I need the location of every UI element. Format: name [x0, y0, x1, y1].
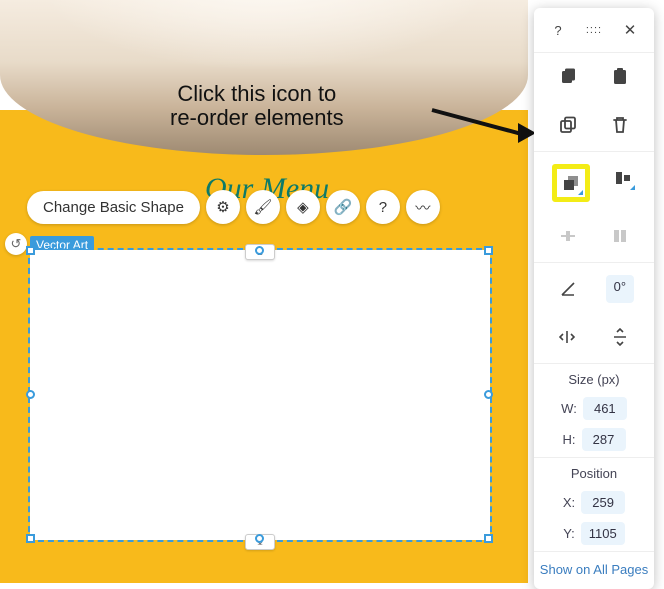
annotation-line-1: Click this icon to — [177, 81, 336, 106]
resize-handle-br[interactable] — [484, 534, 493, 543]
resize-handle-r[interactable] — [484, 390, 493, 399]
hero-image — [0, 0, 528, 155]
distribute-v-icon — [611, 227, 629, 245]
change-shape-button[interactable]: Change Basic Shape — [27, 191, 200, 224]
settings-button[interactable]: ⚙ — [206, 190, 240, 224]
annotation-line-2: re-order elements — [170, 105, 344, 130]
width-input[interactable]: 461 — [583, 397, 627, 420]
link-icon: 🔗 — [334, 198, 353, 216]
grip-icon: :::: — [586, 24, 602, 36]
width-label: W: — [561, 401, 577, 416]
question-icon: ? — [379, 199, 387, 216]
element-toolbar: Change Basic Shape ⚙ 🖌 ◈ 🔗 ? 〰 — [27, 190, 440, 224]
animation-button[interactable]: ◈ — [286, 190, 320, 224]
arrange-highlight — [552, 164, 590, 202]
x-label: X: — [563, 495, 575, 510]
y-label: Y: — [563, 526, 575, 541]
distribute-v-button[interactable] — [606, 222, 634, 250]
undo-icon: ↺ — [11, 236, 22, 252]
help-button[interactable]: ? — [366, 190, 400, 224]
position-section-title: Position — [534, 460, 654, 487]
brush-icon: 🖌 — [253, 198, 272, 216]
undo-button[interactable]: ↺ — [5, 233, 27, 255]
rotate-angle-icon — [554, 275, 582, 303]
diamond-icon: ◈ — [297, 198, 309, 216]
link-button[interactable]: 🔗 — [326, 190, 360, 224]
x-input[interactable]: 259 — [581, 491, 625, 514]
arrange-button[interactable] — [557, 169, 585, 197]
motion-button[interactable]: 〰 — [406, 190, 440, 224]
annotation-arrow — [432, 108, 524, 112]
duplicate-icon — [559, 116, 577, 134]
resize-handle-b[interactable] — [255, 534, 264, 543]
wave-icon: 〰 — [415, 197, 430, 218]
question-icon: ? — [554, 23, 561, 38]
editor-canvas: Click this icon to re-order elements Our… — [0, 0, 528, 583]
distribute-h-icon — [559, 227, 577, 245]
copy-icon — [559, 68, 577, 86]
properties-panel: ? :::: ✕ — [534, 8, 654, 589]
y-input[interactable]: 1105 — [581, 522, 625, 545]
align-button[interactable] — [609, 164, 637, 192]
flip-v-icon — [611, 328, 629, 346]
resize-handle-tl[interactable] — [26, 246, 35, 255]
resize-handle-l[interactable] — [26, 390, 35, 399]
panel-close-button[interactable]: ✕ — [616, 16, 644, 44]
panel-help-button[interactable]: ? — [544, 16, 572, 44]
flip-horizontal-button[interactable] — [554, 323, 582, 351]
panel-header: ? :::: ✕ — [534, 14, 654, 53]
design-button[interactable]: 🖌 — [246, 190, 280, 224]
rotation-input[interactable]: 0° — [606, 275, 634, 303]
height-input[interactable]: 287 — [582, 428, 626, 451]
size-section-title: Size (px) — [534, 366, 654, 393]
resize-handle-t[interactable] — [255, 246, 264, 255]
gear-icon: ⚙ — [216, 198, 229, 216]
height-label: H: — [563, 432, 576, 447]
copy-button[interactable] — [554, 63, 582, 91]
show-on-all-pages-link[interactable]: Show on All Pages — [534, 554, 654, 579]
delete-button[interactable] — [606, 111, 634, 139]
resize-handle-bl[interactable] — [26, 534, 35, 543]
angle-icon — [559, 280, 577, 298]
trash-icon — [611, 116, 629, 134]
close-icon: ✕ — [624, 21, 637, 39]
flip-h-icon — [559, 328, 577, 346]
paste-button[interactable] — [606, 63, 634, 91]
panel-drag-handle[interactable]: :::: — [580, 16, 608, 44]
paste-icon — [611, 68, 629, 86]
annotation-text: Click this icon to re-order elements — [170, 82, 344, 130]
selected-element[interactable] — [30, 250, 490, 540]
resize-handle-tr[interactable] — [484, 246, 493, 255]
distribute-h-button[interactable] — [554, 222, 582, 250]
flip-vertical-button[interactable] — [606, 323, 634, 351]
duplicate-button[interactable] — [554, 111, 582, 139]
